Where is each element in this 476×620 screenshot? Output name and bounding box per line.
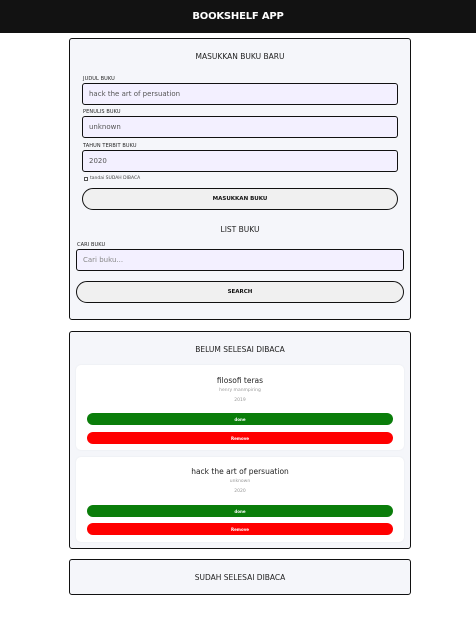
- submit-book-button[interactable]: MASUKKAN BUKU: [82, 188, 398, 210]
- author-input[interactable]: unknown: [82, 116, 398, 138]
- book-item: hack the art of persuation unknown 2020 …: [76, 457, 404, 542]
- app-title: BOOKSHELF APP: [192, 11, 284, 22]
- book-author: unknown: [229, 479, 251, 484]
- book-title: filosofi teras: [216, 376, 264, 385]
- book-title: hack the art of persuation: [191, 467, 289, 476]
- complete-checkbox-row[interactable]: tandai SUDAH DIBACA: [84, 176, 140, 181]
- done-button[interactable]: done: [87, 505, 393, 517]
- search-input[interactable]: Cari buku...: [76, 249, 404, 271]
- book-year: 2019: [234, 398, 246, 403]
- author-label: PENULIS BUKU: [83, 109, 121, 115]
- read-heading: SUDAH SELESAI DIBACA: [194, 573, 286, 582]
- input-form-card: MASUKKAN BUKU BARU JUDUL BUKU hack the a…: [69, 38, 411, 320]
- remove-button[interactable]: Remove: [87, 432, 393, 444]
- complete-checkbox[interactable]: [84, 176, 88, 181]
- search-label: CARI BUKU: [77, 242, 106, 248]
- complete-checkbox-label: tandai SUDAH DIBACA: [90, 176, 141, 181]
- app-header: BOOKSHELF APP: [0, 0, 476, 33]
- remove-button[interactable]: Remove: [87, 523, 393, 535]
- done-button[interactable]: done: [87, 413, 393, 425]
- list-heading: LIST BUKU: [220, 225, 260, 234]
- search-button[interactable]: SEARCH: [76, 281, 404, 303]
- year-label: TAHUN TERBIT BUKU: [83, 143, 137, 149]
- year-input[interactable]: 2020: [82, 150, 398, 172]
- read-shelf-card: SUDAH SELESAI DIBACA: [69, 559, 411, 595]
- title-label: JUDUL BUKU: [83, 76, 115, 82]
- book-year: 2020: [234, 489, 246, 494]
- unread-shelf-card: BELUM SELESAI DIBACA filosofi teras henr…: [69, 331, 411, 549]
- title-input[interactable]: hack the art of persuation: [82, 83, 398, 105]
- form-heading: MASUKKAN BUKU BARU: [195, 52, 285, 61]
- book-author: henry manmpiring: [219, 388, 261, 393]
- unread-heading: BELUM SELESAI DIBACA: [195, 345, 285, 354]
- book-item: filosofi teras henry manmpiring 2019 don…: [76, 365, 404, 450]
